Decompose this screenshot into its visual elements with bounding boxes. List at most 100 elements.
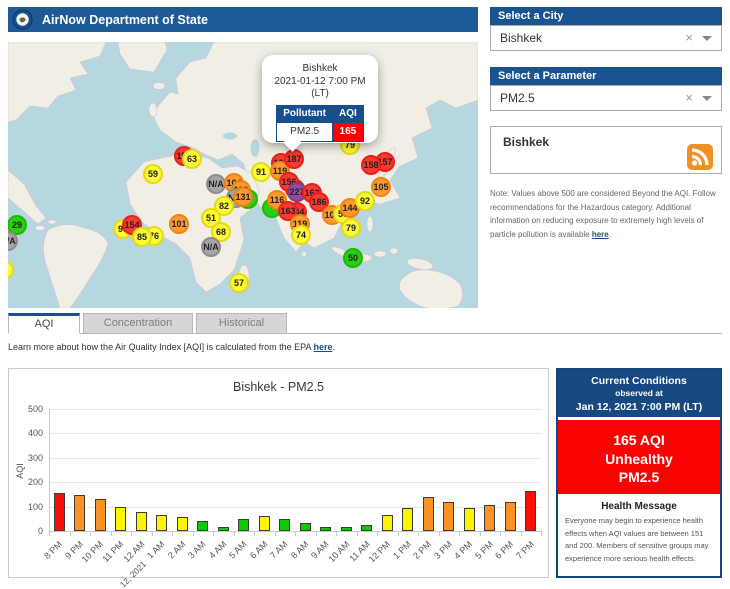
aqi-marker[interactable]: 59 [143, 164, 163, 184]
chart-x-label: 7 PM [513, 539, 536, 561]
aqi-marker[interactable]: N/A [201, 237, 221, 257]
aqi-marker[interactable]: 101 [169, 214, 189, 234]
chart-title: Bishkek - PM2.5 [232, 380, 324, 394]
chart-x-tick [172, 531, 173, 536]
aqi-marker[interactable]: 131 [233, 187, 253, 207]
aqi-marker[interactable]: 85 [132, 227, 152, 247]
tab-aqi[interactable]: AQI [8, 313, 80, 334]
popup-col-pollutant: Pollutant [276, 104, 333, 123]
chart-gridline [49, 457, 541, 459]
chart-bar [176, 517, 188, 531]
chart-x-label: 1 PM [390, 539, 413, 561]
current-conditions-panel: Current Conditions observed at Jan 12, 2… [556, 368, 722, 578]
rss-city-label: Bishkek [503, 135, 550, 149]
note-link[interactable]: here [592, 230, 609, 239]
chart-x-tick [110, 531, 112, 536]
chart-x-label: 12 PM [366, 539, 393, 565]
chart-bar [340, 527, 352, 531]
chart-x-label: 10 PM [79, 539, 106, 565]
chart-bar [115, 507, 127, 531]
dos-seal-icon [12, 9, 33, 30]
chart-x-tick [151, 531, 153, 536]
chart-x-tick [90, 531, 91, 536]
note-text: Note: Values above 500 are considered Be… [490, 189, 716, 239]
popup-col-aqi: AQI [332, 104, 364, 123]
chart-bar [402, 507, 414, 531]
chart-bar [381, 515, 393, 531]
chart-x-date-label: 12, 2021 [117, 559, 149, 589]
health-message-text: Everyone may begin to experience health … [565, 516, 709, 563]
chart-bar [361, 524, 373, 531]
chart-bar [279, 519, 291, 531]
chart-x-label: 2 PM [411, 539, 434, 561]
aqi-marker[interactable]: 74 [291, 225, 311, 245]
chart-x-label: 6 AM [247, 539, 270, 561]
tab-concentration[interactable]: Concentration [83, 313, 193, 334]
epa-link[interactable]: here [314, 342, 333, 352]
aqi-marker[interactable]: 57 [229, 273, 249, 293]
aqi-marker[interactable]: 79 [341, 218, 361, 238]
parameter-select[interactable]: PM2.5 × [490, 85, 722, 111]
chart-x-tick [69, 531, 71, 536]
city-caret-icon[interactable] [702, 36, 712, 41]
chart-x-label: 8 PM [42, 539, 65, 561]
world-map[interactable]: 29N/A5915563N/A104110N/A131825110168N/A9… [8, 42, 478, 308]
chart-x-tick [274, 531, 276, 536]
chart-y-tick-label: 300 [27, 452, 43, 463]
chart-x-tick [541, 531, 542, 536]
chart-gridline [49, 482, 541, 484]
chart-bar [504, 502, 516, 531]
chart-bar [299, 523, 311, 531]
tab-historical[interactable]: Historical [196, 313, 287, 334]
parameter-select-value: PM2.5 [500, 91, 535, 105]
learn-more-text: Learn more about how the Air Quality Ind… [8, 342, 336, 352]
observed-at-label: observed at [615, 388, 663, 398]
aqi-marker[interactable]: 187 [284, 149, 304, 169]
popup-city: Bishkek [302, 63, 338, 74]
city-select-value: Bishkek [500, 31, 543, 45]
current-pollutant: PM2.5 [618, 469, 660, 485]
app-header: AirNow Department of State [8, 7, 478, 32]
chart-x-tick [459, 531, 460, 536]
aqi-marker[interactable]: 158 [361, 155, 381, 175]
chart-y-tick-label: 100 [27, 501, 43, 512]
chart-bar [258, 516, 270, 531]
chart-x-label: 10 AM [326, 539, 352, 565]
app-title: AirNow Department of State [42, 12, 208, 27]
aqi-marker[interactable]: 105 [371, 177, 391, 197]
chart-x-tick [500, 531, 501, 536]
chart-x-tick [192, 531, 194, 536]
aqi-marker[interactable]: N/A [206, 174, 226, 194]
aqi-marker[interactable]: 92 [355, 191, 375, 211]
parameter-clear-icon[interactable]: × [685, 86, 693, 110]
city-select[interactable]: Bishkek × [490, 25, 722, 51]
chart-x-tick [49, 531, 50, 536]
chart-bar [238, 519, 250, 531]
chart-bar [443, 502, 455, 531]
health-message-block: Health Message Everyone may begin to exp… [558, 501, 720, 565]
select-city-header: Select a City [490, 7, 722, 25]
health-message-title: Health Message [601, 501, 677, 512]
chart-x-label: 1 AM [145, 539, 167, 561]
select-parameter-header: Select a Parameter [490, 67, 722, 85]
parameter-caret-icon[interactable] [702, 96, 712, 101]
chart-x-tick [213, 531, 214, 536]
city-clear-icon[interactable]: × [685, 26, 693, 50]
chart-x-tick [131, 531, 132, 536]
chart-x-tick [315, 531, 317, 536]
map-popup: Bishkek 2021-01-12 7:00 PM (LT) Pollutan… [262, 55, 378, 152]
current-conditions-header: Current Conditions observed at Jan 12, 2… [558, 370, 720, 417]
rss-icon[interactable] [687, 144, 713, 170]
popup-datetime: 2021-01-12 7:00 PM [274, 75, 366, 87]
chart-bar [94, 499, 106, 531]
observed-datetime: Jan 12, 2021 7:00 PM (LT) [575, 401, 703, 413]
aqi-marker[interactable]: 50 [343, 248, 363, 268]
chart-x-tick [397, 531, 399, 536]
chart-x-tick [520, 531, 522, 536]
rss-box: Bishkek [490, 126, 722, 174]
chart-bar [74, 495, 86, 531]
aqi-marker[interactable]: 91 [251, 162, 271, 182]
aqi-marker[interactable]: 63 [182, 149, 202, 169]
chart-bar [53, 493, 65, 531]
chart-bar [320, 527, 332, 531]
